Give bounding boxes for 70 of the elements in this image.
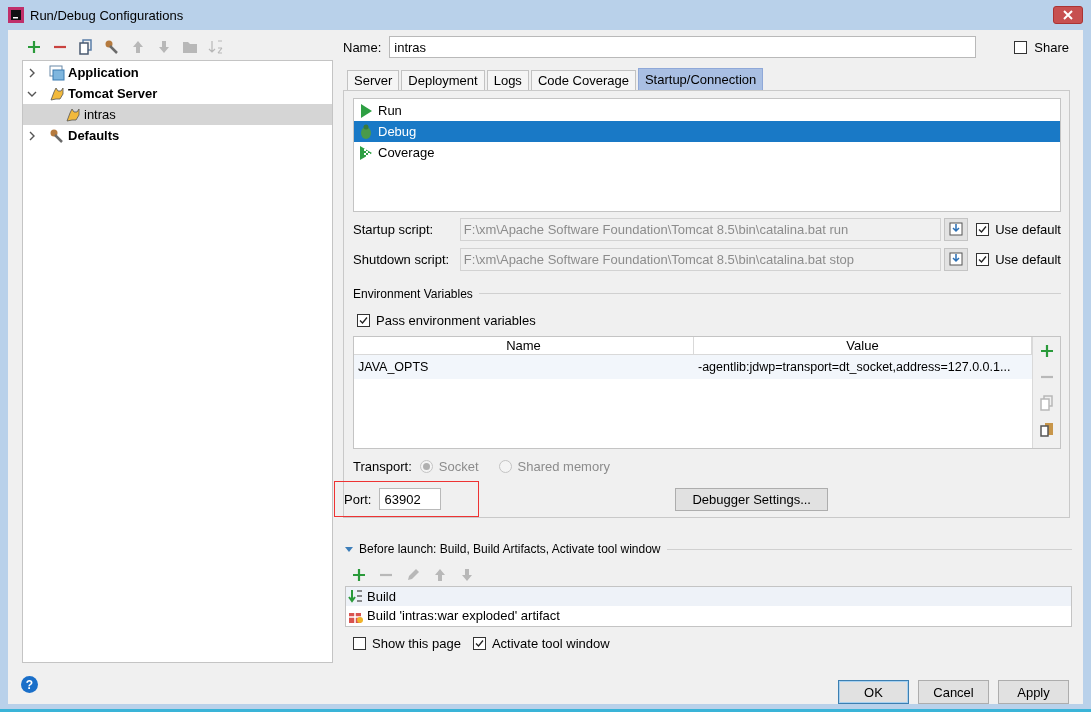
play-icon: [358, 102, 374, 119]
tab[interactable]: Startup/Connection: [637, 68, 764, 90]
section-title: Before launch: Build, Build Artifacts, Activate tool window: [359, 542, 661, 556]
add-icon[interactable]: [26, 39, 42, 55]
browse-button[interactable]: [944, 247, 969, 271]
task-item[interactable]: Build 'intras:war exploded' artifact: [346, 606, 1071, 625]
debugger-settings-button[interactable]: Debugger Settings...: [675, 487, 828, 511]
column-header: Name: [354, 336, 694, 354]
dialog-button[interactable]: Cancel: [918, 680, 989, 704]
section-title: Environment Variables: [353, 286, 473, 301]
wrench-icon: [49, 127, 65, 144]
download-icon: [949, 222, 964, 237]
name-field[interactable]: intras: [389, 36, 977, 58]
checkbox[interactable]: [353, 637, 366, 650]
use-default-label: Use default: [995, 251, 1061, 267]
tab[interactable]: Code Coverage: [530, 70, 636, 90]
tab[interactable]: Logs: [486, 70, 529, 90]
tree-item[interactable]: intras: [23, 104, 332, 125]
mode-item[interactable]: Coverage: [354, 142, 1060, 163]
use-default-label: Use default: [995, 221, 1061, 237]
browse-button[interactable]: [944, 217, 969, 241]
table-cell-text: -agentlib:jdwp=transport=dt_socket,address=127.0.0.1...: [697, 359, 1012, 374]
name-label: Name:: [343, 39, 382, 55]
checkbox[interactable]: [976, 222, 990, 236]
table-cell-text: JAVA_OPTS: [357, 359, 430, 374]
radio-label: Socket: [438, 458, 479, 474]
help-button[interactable]: ?: [21, 676, 38, 693]
task-item[interactable]: Build: [346, 587, 1071, 606]
collapse-icon[interactable]: [345, 546, 353, 552]
cat-icon: [49, 85, 65, 102]
expand-icon[interactable]: [27, 67, 37, 78]
script-label: Startup script:: [353, 221, 435, 237]
wrench-icon[interactable]: [104, 39, 120, 55]
add-icon[interactable]: [351, 567, 367, 583]
cat-icon: [65, 106, 81, 123]
tab[interactable]: Deployment: [401, 70, 485, 90]
window-icon: [49, 64, 65, 81]
expand-icon[interactable]: [27, 130, 37, 141]
port-field[interactable]: 63902: [379, 488, 442, 510]
tree-item-label[interactable]: Defaults: [68, 128, 120, 143]
option-label: Show this page: [372, 636, 461, 651]
tree-item-label[interactable]: Application: [68, 65, 139, 80]
close-button[interactable]: [1053, 6, 1083, 24]
app-icon: [8, 7, 24, 23]
port-label: Port:: [344, 491, 372, 507]
bug-icon: [358, 123, 374, 140]
checkbox[interactable]: [472, 637, 486, 650]
share-label: Share: [1034, 39, 1069, 55]
tab[interactable]: Server: [347, 70, 400, 90]
download-icon: [949, 252, 964, 267]
dialog-button[interactable]: OK: [838, 680, 909, 704]
radio-label: Shared memory: [517, 458, 610, 474]
script-label: Shutdown script:: [353, 251, 451, 267]
checkbox[interactable]: [976, 252, 990, 266]
transport-label: Transport:: [353, 458, 412, 474]
window-title: Run/Debug Configurations: [30, 7, 185, 23]
mode-item[interactable]: Run: [354, 100, 1060, 121]
paste-icon[interactable]: [1038, 420, 1055, 437]
tree-item-label[interactable]: Tomcat Server: [68, 86, 158, 101]
add-icon[interactable]: [1038, 342, 1055, 359]
checkbox[interactable]: [357, 313, 370, 327]
checkbox[interactable]: [1014, 40, 1028, 54]
copy-icon[interactable]: [78, 39, 94, 55]
option-label: Activate tool window: [491, 636, 610, 651]
build-icon: [348, 588, 364, 605]
coverage-icon: [358, 144, 374, 161]
close-icon: [1063, 10, 1073, 20]
pass-env-label: Pass environment variables: [376, 312, 536, 328]
dialog-button[interactable]: Apply: [998, 680, 1069, 704]
mode-item[interactable]: Debug: [354, 121, 1060, 142]
